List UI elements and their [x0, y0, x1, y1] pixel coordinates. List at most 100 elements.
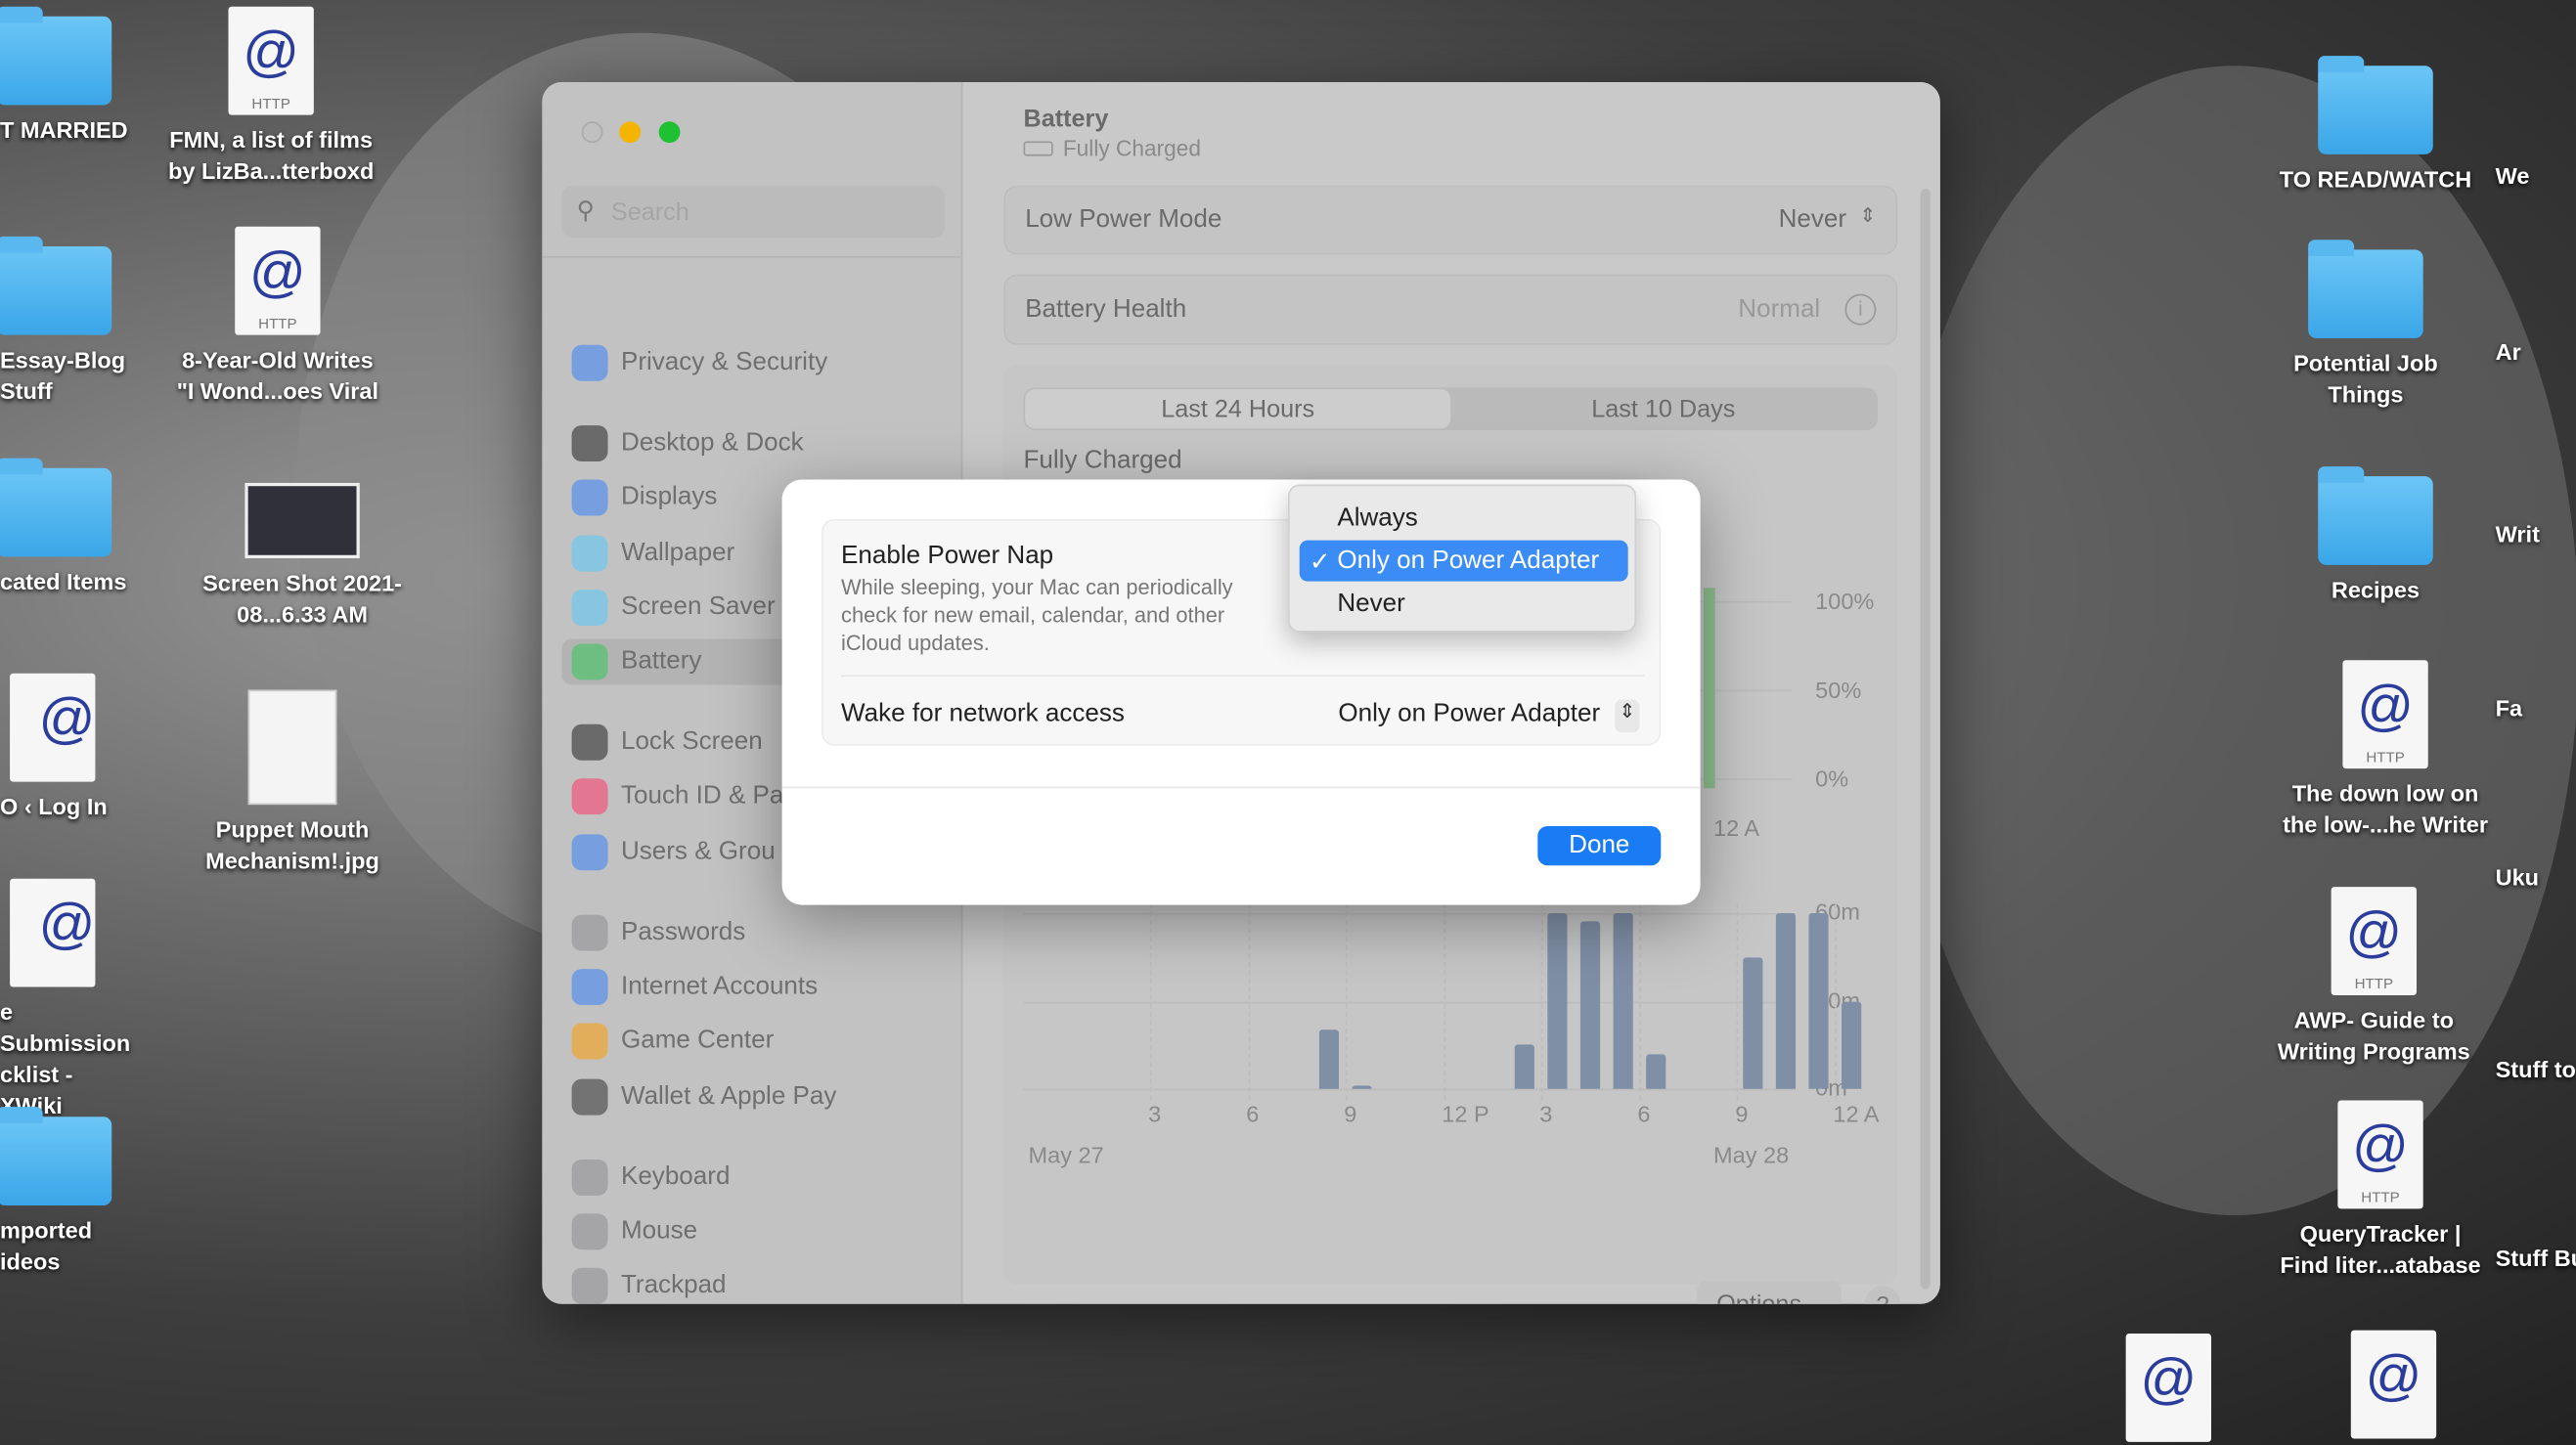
users-icon	[571, 834, 608, 871]
desktop-icon[interactable]: T MARRIED	[0, 6, 128, 147]
http-file-icon: @	[2125, 1333, 2212, 1442]
http-badge: HTTP	[2354, 975, 2394, 992]
history-tabs: Last 24 Hours Last 10 Days	[1023, 387, 1879, 431]
gridline	[1639, 902, 1641, 1101]
sidebar-item-passwords[interactable]: Passwords	[561, 910, 943, 956]
gridline	[1023, 1088, 1797, 1091]
info-icon[interactable]: i	[1844, 293, 1877, 326]
menu-item-always[interactable]: Always	[1300, 498, 1628, 539]
usage-bar	[1808, 912, 1829, 1089]
desktop-icon[interactable]: Screen Shot 2021-08...6.33 AM	[196, 482, 409, 631]
desktop-icon[interactable]: @ HTTP FMN, a list of films by LizBa...tte…	[164, 6, 378, 188]
http-file-icon: @ HTTP	[2337, 1100, 2423, 1209]
low-power-label: Low Power Mode	[1025, 204, 1222, 234]
x-tick-label: 3	[1539, 1100, 1553, 1127]
desktop-icon-label[interactable]: Stuff Buy	[2496, 1244, 2576, 1275]
power-nap-title: Enable Power Nap	[841, 542, 1054, 570]
usage-bar	[1776, 912, 1797, 1089]
desktop-icon-label[interactable]: Writ	[2496, 519, 2576, 550]
search-input[interactable]: ⚲ Search	[561, 185, 945, 239]
at-icon: @	[2140, 1348, 2198, 1411]
tab-last-10-days[interactable]: Last 10 Days	[1450, 389, 1876, 428]
help-button[interactable]: ?	[1864, 1286, 1901, 1304]
done-button[interactable]: Done	[1537, 825, 1662, 866]
wake-network-select[interactable]: Only on Power Adapter	[1338, 700, 1600, 729]
zoom-button[interactable]	[658, 121, 681, 144]
menu-item-label: Only on Power Adapter	[1337, 547, 1600, 575]
desktop-icon-label: Puppet Mouth Mechanism!.jpg	[205, 815, 379, 874]
desktop-icon[interactable]: @	[2062, 1333, 2275, 1445]
x-tick-label: 9	[1735, 1100, 1749, 1127]
desktop-icon[interactable]: Essay-Blog Stuff	[0, 236, 128, 408]
sidebar-item-label: Mouse	[620, 1216, 698, 1246]
menu-item-only-on-power-adapter[interactable]: ✓ Only on Power Adapter	[1299, 540, 1628, 582]
sidebar-item-keyboard[interactable]: Keyboard	[561, 1155, 943, 1201]
minimize-button[interactable]	[619, 121, 642, 144]
http-file-icon: @	[10, 673, 96, 782]
sidebar-item-game-center[interactable]: Game Center	[561, 1018, 943, 1064]
keyboard-icon	[571, 1159, 608, 1196]
folder-icon	[0, 1107, 112, 1205]
desktop-icon[interactable]: @ HTTP 8-Year-Old Writes "I Wond...oes Vir…	[171, 226, 384, 408]
http-file-icon: @	[2350, 1330, 2437, 1439]
desktop: T MARRIED Essay-Blog Stuff cated Items @ O ‹…	[0, 0, 2576, 1445]
sidebar-item-desktop-dock[interactable]: Desktop & Dock	[561, 420, 943, 466]
options-button[interactable]: Options...	[1697, 1281, 1843, 1304]
flower-icon	[571, 535, 608, 572]
http-badge: HTTP	[2366, 748, 2405, 766]
desktop-icon[interactable]: @ O ‹ Log In	[0, 673, 128, 823]
menu-item-never[interactable]: Never	[1300, 583, 1628, 624]
sidebar-item-trackpad[interactable]: Trackpad	[561, 1263, 943, 1304]
desktop-icon-label[interactable]: Stuff to	[2496, 1054, 2576, 1085]
gridline	[1149, 902, 1152, 1101]
usage-bar	[1645, 1053, 1666, 1089]
tab-last-24-hours[interactable]: Last 24 Hours	[1025, 389, 1451, 429]
low-power-select[interactable]: Never	[1779, 205, 1846, 235]
desktop-icon-label[interactable]: We	[2496, 161, 2576, 193]
battery-status: Fully Charged	[1023, 136, 1201, 161]
sidebar-item-mouse[interactable]: Mouse	[561, 1208, 943, 1254]
desktop-icon-label: e Submission cklist - XWiki	[0, 998, 131, 1118]
desktop-icon-label[interactable]: Fa	[2496, 693, 2576, 724]
desktop-icon-label[interactable]: Uku	[2496, 862, 2576, 894]
desktop-icon[interactable]: @ HTTP QueryTracker | Find liter...atabase	[2274, 1100, 2487, 1281]
desktop-icon[interactable]: TO READ/WATCH	[2269, 56, 2482, 196]
sidebar-item-internet-accounts[interactable]: Internet Accounts	[561, 964, 943, 1010]
desktop-icon[interactable]: @	[2287, 1330, 2500, 1445]
search-placeholder: Search	[610, 198, 689, 227]
scrollbar[interactable]	[1920, 189, 1931, 1290]
desktop-icon[interactable]: Recipes	[2269, 466, 2482, 606]
battery-charged-icon	[1023, 141, 1053, 156]
folder-icon	[0, 236, 112, 335]
desktop-icon[interactable]: cated Items	[0, 458, 128, 598]
desktop-icon[interactable]: Potential Job Things	[2259, 240, 2472, 411]
gridline	[1023, 912, 1797, 915]
gamecenter-icon	[571, 1023, 608, 1060]
desktop-icon[interactable]: @ HTTP The down low on the low-...he Write…	[2279, 660, 2492, 841]
desktop-icon[interactable]: Puppet Mouth Mechanism!.jpg	[186, 689, 399, 877]
usage-bar	[1613, 912, 1633, 1089]
y-tick-label: 0%	[1815, 765, 1849, 792]
image-thumbnail	[247, 689, 337, 806]
usage-bar	[1319, 1029, 1340, 1089]
http-file-icon: @ HTTP	[228, 6, 314, 115]
wallet-icon	[571, 1078, 608, 1116]
at-icon: @	[2365, 1344, 2422, 1408]
desktop-icon-label[interactable]: Ar	[2496, 336, 2576, 368]
desktop-icon[interactable]: @ HTTP AWP- Guide to Writing Programs	[2267, 887, 2480, 1068]
screensaver-icon	[571, 590, 608, 627]
sidebar-item-privacy-security[interactable]: Privacy & Security	[561, 340, 943, 386]
sidebar-item-wallet-apple-pay[interactable]: Wallet & Apple Pay	[561, 1074, 943, 1120]
checkmark-icon: ✓	[1309, 548, 1331, 577]
desktop-icon[interactable]: mported ideos	[0, 1107, 128, 1278]
desktop-icon-label: Potential Job Things	[2293, 349, 2438, 408]
close-button[interactable]	[581, 121, 603, 144]
screenshot-thumbnail	[244, 482, 360, 559]
dock-icon	[571, 425, 608, 462]
hand-icon	[571, 344, 608, 381]
at-icon: @	[2357, 675, 2415, 738]
sidebar-item-label: Keyboard	[620, 1162, 731, 1191]
at-icon: @	[38, 893, 96, 956]
desktop-icon[interactable]: @ e Submission cklist - XWiki	[0, 878, 131, 1122]
date-label: May 28	[1713, 1141, 1790, 1168]
